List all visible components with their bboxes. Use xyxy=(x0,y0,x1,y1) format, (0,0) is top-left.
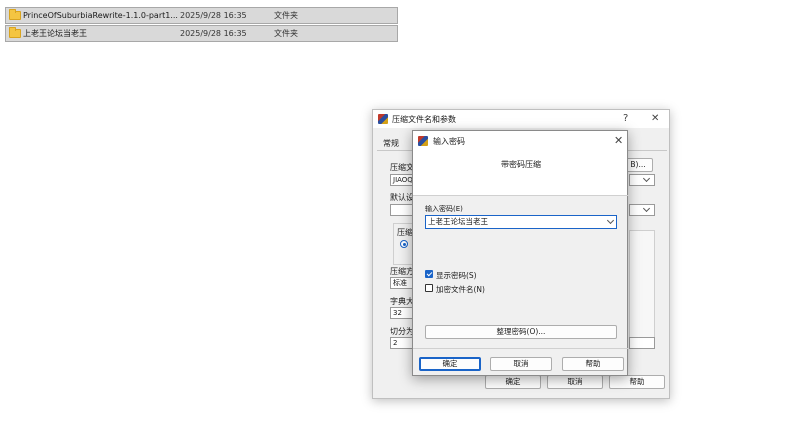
help-button[interactable]: 帮助 xyxy=(609,375,665,389)
cancel-button[interactable]: 取消 xyxy=(490,357,552,371)
dictionary-label: 字典大 xyxy=(390,297,414,306)
close-icon[interactable]: ✕ xyxy=(614,134,623,147)
help-button[interactable]: 帮助 xyxy=(562,357,624,371)
file-row[interactable]: 上老王论坛当老王 2025/9/28 16:35 文件夹 xyxy=(5,25,398,42)
file-date: 2025/9/28 16:35 xyxy=(180,29,247,38)
ok-button[interactable]: 确定 xyxy=(485,375,541,389)
winrar-icon xyxy=(378,114,388,124)
tab-general[interactable]: 常规 xyxy=(383,138,399,149)
file-type: 文件夹 xyxy=(274,29,298,38)
archive-name-label: 压缩文 xyxy=(390,163,414,172)
split-field[interactable]: 2 xyxy=(390,337,414,349)
titlebar: 输入密码 ✕ xyxy=(413,131,627,151)
password-dialog: 输入密码 ✕ 带密码压缩 输入密码(E) 上老王论坛当老王 显示密码(S) 加密… xyxy=(412,130,629,376)
archive-format-label: 压缩 xyxy=(397,228,413,237)
show-password-label[interactable]: 显示密码(S) xyxy=(436,270,477,281)
split-label: 切分为 xyxy=(390,327,414,336)
update-mode-select[interactable] xyxy=(629,174,655,186)
rar-radio[interactable] xyxy=(400,240,408,248)
footer-divider xyxy=(413,348,629,349)
encrypt-filenames-checkbox[interactable] xyxy=(425,284,433,292)
show-password-checkbox[interactable] xyxy=(425,270,433,278)
folder-icon xyxy=(9,9,21,20)
method-label: 压缩方 xyxy=(390,267,414,276)
method-select[interactable]: 标准 xyxy=(390,277,414,289)
file-type: 文件夹 xyxy=(274,11,298,20)
header-text: 带密码压缩 xyxy=(501,160,541,169)
dialog-title: 输入密码 xyxy=(433,137,465,146)
winrar-icon xyxy=(418,136,428,146)
options-group xyxy=(629,230,655,340)
titlebar: 压缩文件名和参数 ? ✕ xyxy=(373,110,669,128)
dialog-title: 压缩文件名和参数 xyxy=(392,115,456,124)
update-select[interactable] xyxy=(629,204,655,216)
password-label: 输入密码(E) xyxy=(425,205,463,213)
header-divider xyxy=(413,195,629,196)
default-settings-label: 默认设 xyxy=(390,193,414,202)
ok-button[interactable]: 确定 xyxy=(419,357,481,371)
cancel-button[interactable]: 取消 xyxy=(547,375,603,389)
help-icon[interactable]: ? xyxy=(623,113,628,124)
file-row[interactable]: PrinceOfSuburbiaRewrite-1.1.0-part1... 2… xyxy=(5,7,398,24)
folder-icon xyxy=(9,27,21,38)
dictionary-select[interactable]: 32 xyxy=(390,307,414,319)
close-icon[interactable]: ✕ xyxy=(651,113,659,124)
file-name: 上老王论坛当老王 xyxy=(23,29,87,38)
password-input[interactable]: 上老王论坛当老王 xyxy=(425,215,617,229)
organize-passwords-button[interactable]: 整理密码(O)... xyxy=(425,325,617,339)
split-unit-select[interactable] xyxy=(629,337,655,349)
file-name: PrinceOfSuburbiaRewrite-1.1.0-part1... xyxy=(23,11,178,20)
encrypt-filenames-label[interactable]: 加密文件名(N) xyxy=(436,284,485,295)
header-panel xyxy=(413,151,627,195)
file-date: 2025/9/28 16:35 xyxy=(180,11,247,20)
